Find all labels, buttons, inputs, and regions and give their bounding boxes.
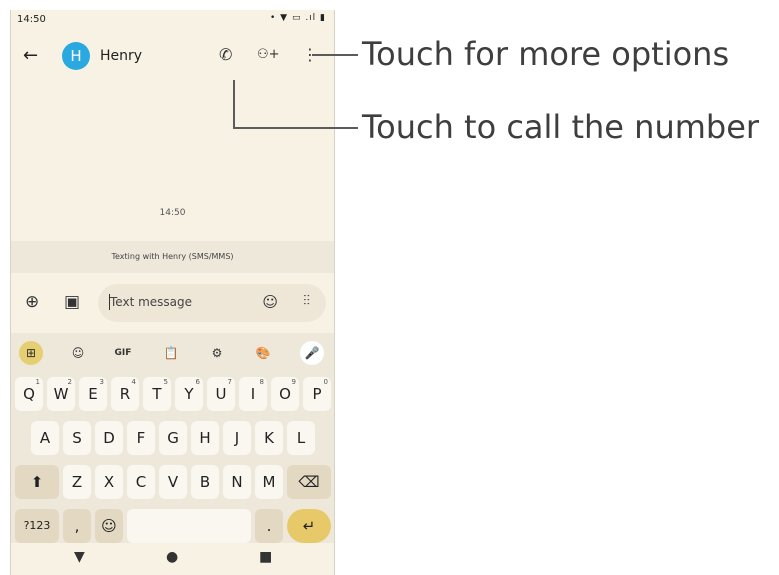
avatar[interactable]: H bbox=[62, 42, 90, 70]
key-l[interactable]: L bbox=[287, 421, 315, 455]
add-person-icon[interactable]: ⚇+ bbox=[257, 47, 280, 62]
key-hint: 5 bbox=[163, 378, 168, 386]
callout-line-call-vertical bbox=[233, 80, 235, 128]
key-p[interactable]: P0 bbox=[303, 377, 331, 411]
callout-call-number: Touch to call the number bbox=[362, 108, 760, 146]
status-bar: 14:50 • ▼ ▭ .ıl ▮ bbox=[11, 10, 334, 32]
key-label: I bbox=[250, 385, 256, 403]
callout-line-call-horizontal bbox=[233, 127, 358, 129]
clipboard-icon[interactable]: 📋 bbox=[159, 341, 183, 365]
key-c[interactable]: C bbox=[127, 465, 155, 499]
key-label: Q bbox=[23, 385, 35, 403]
gif-icon[interactable]: GIF bbox=[111, 341, 135, 365]
key-hint: 7 bbox=[227, 378, 232, 386]
key-hint: 0 bbox=[323, 378, 328, 386]
key-y[interactable]: Y6 bbox=[175, 377, 203, 411]
key-h[interactable]: H bbox=[191, 421, 219, 455]
settings-icon[interactable]: ⚙ bbox=[205, 341, 229, 365]
key-b[interactable]: B bbox=[191, 465, 219, 499]
key-label: O bbox=[279, 385, 291, 403]
key-label: T bbox=[152, 385, 162, 403]
gallery-icon[interactable]: ▣ bbox=[64, 292, 80, 312]
compose-bar: ⊕ ▣ Text message ☺ ⫶⫶ bbox=[11, 273, 334, 333]
voice-message-icon[interactable]: ⫶⫶ bbox=[303, 293, 310, 309]
emoji-icon[interactable]: ☺ bbox=[262, 293, 278, 311]
key-v[interactable]: V bbox=[159, 465, 187, 499]
add-attachment-icon[interactable]: ⊕ bbox=[25, 292, 39, 312]
key-hint: 8 bbox=[259, 378, 264, 386]
status-time: 14:50 bbox=[17, 14, 46, 25]
message-timestamp: 14:50 bbox=[159, 208, 186, 218]
key-label: E bbox=[88, 385, 98, 403]
backspace-key[interactable]: ⌫ bbox=[287, 465, 331, 499]
key-d[interactable]: D bbox=[95, 421, 123, 455]
key-hint: 9 bbox=[291, 378, 296, 386]
comma-key[interactable]: , bbox=[63, 509, 91, 543]
key-hint: 2 bbox=[67, 378, 72, 386]
call-icon[interactable]: ✆ bbox=[219, 45, 232, 64]
sticker-icon[interactable]: ☺ bbox=[66, 341, 90, 365]
nav-back-icon[interactable]: ▼ bbox=[74, 549, 85, 565]
key-g[interactable]: G bbox=[159, 421, 187, 455]
key-label: R bbox=[119, 385, 131, 403]
key-z[interactable]: Z bbox=[63, 465, 91, 499]
shift-key[interactable]: ⬆ bbox=[15, 465, 59, 499]
key-s[interactable]: S bbox=[63, 421, 91, 455]
key-hint: 6 bbox=[195, 378, 200, 386]
key-label: U bbox=[215, 385, 227, 403]
key-label: W bbox=[53, 385, 69, 403]
key-t[interactable]: T5 bbox=[143, 377, 171, 411]
mic-icon[interactable]: 🎤 bbox=[300, 341, 324, 365]
key-m[interactable]: M bbox=[255, 465, 283, 499]
keyboard-toolbar: ⊞ ☺ GIF 📋 ⚙ 🎨 🎤 bbox=[11, 333, 334, 370]
nav-recents-icon[interactable]: ■ bbox=[259, 549, 272, 565]
key-o[interactable]: O9 bbox=[271, 377, 299, 411]
back-arrow-icon[interactable]: ← bbox=[23, 45, 38, 66]
key-u[interactable]: U7 bbox=[207, 377, 235, 411]
status-icons: • ▼ ▭ .ıl ▮ bbox=[270, 13, 326, 23]
message-placeholder: Text message bbox=[108, 294, 193, 310]
contact-name[interactable]: Henry bbox=[100, 48, 142, 64]
key-x[interactable]: X bbox=[95, 465, 123, 499]
key-n[interactable]: N bbox=[223, 465, 251, 499]
key-hint: 4 bbox=[131, 378, 136, 386]
phone-screen: 14:50 • ▼ ▭ .ıl ▮ ← H Henry ✆ ⚇+ ⋮ 14:50… bbox=[10, 10, 335, 575]
nav-home-icon[interactable]: ● bbox=[166, 549, 178, 565]
callout-line-more bbox=[312, 54, 358, 56]
key-f[interactable]: F bbox=[127, 421, 155, 455]
enter-key[interactable]: ↵ bbox=[287, 509, 331, 543]
space-bar[interactable] bbox=[127, 509, 251, 543]
key-q[interactable]: Q1 bbox=[15, 377, 43, 411]
theme-palette-icon[interactable]: 🎨 bbox=[251, 341, 275, 365]
key-r[interactable]: R4 bbox=[111, 377, 139, 411]
key-label: P bbox=[312, 385, 322, 403]
key-a[interactable]: A bbox=[31, 421, 59, 455]
key-k[interactable]: K bbox=[255, 421, 283, 455]
symbols-key[interactable]: ?123 bbox=[15, 509, 59, 543]
keyboard: ⊞ ☺ GIF 📋 ⚙ 🎨 🎤 Q1 W2 E3 R4 T5 Y6 U7 I8 … bbox=[11, 333, 334, 543]
key-i[interactable]: I8 bbox=[239, 377, 267, 411]
app-bar: ← H Henry ✆ ⚇+ ⋮ bbox=[11, 32, 334, 82]
key-label: Y bbox=[184, 385, 194, 403]
key-j[interactable]: J bbox=[223, 421, 251, 455]
emoji-key[interactable]: ☺ bbox=[95, 509, 123, 543]
key-hint: 1 bbox=[35, 378, 40, 386]
key-hint: 3 bbox=[99, 378, 104, 386]
sms-info-strip: Texting with Henry (SMS/MMS) bbox=[11, 241, 334, 273]
navigation-bar: ▼ ● ■ bbox=[11, 543, 334, 575]
key-e[interactable]: E3 bbox=[79, 377, 107, 411]
key-w[interactable]: W2 bbox=[47, 377, 75, 411]
message-input[interactable]: Text message ☺ ⫶⫶ bbox=[98, 284, 326, 322]
keyboard-grid-icon[interactable]: ⊞ bbox=[19, 341, 43, 365]
callout-more-options: Touch for more options bbox=[362, 35, 730, 73]
period-key[interactable]: . bbox=[255, 509, 283, 543]
